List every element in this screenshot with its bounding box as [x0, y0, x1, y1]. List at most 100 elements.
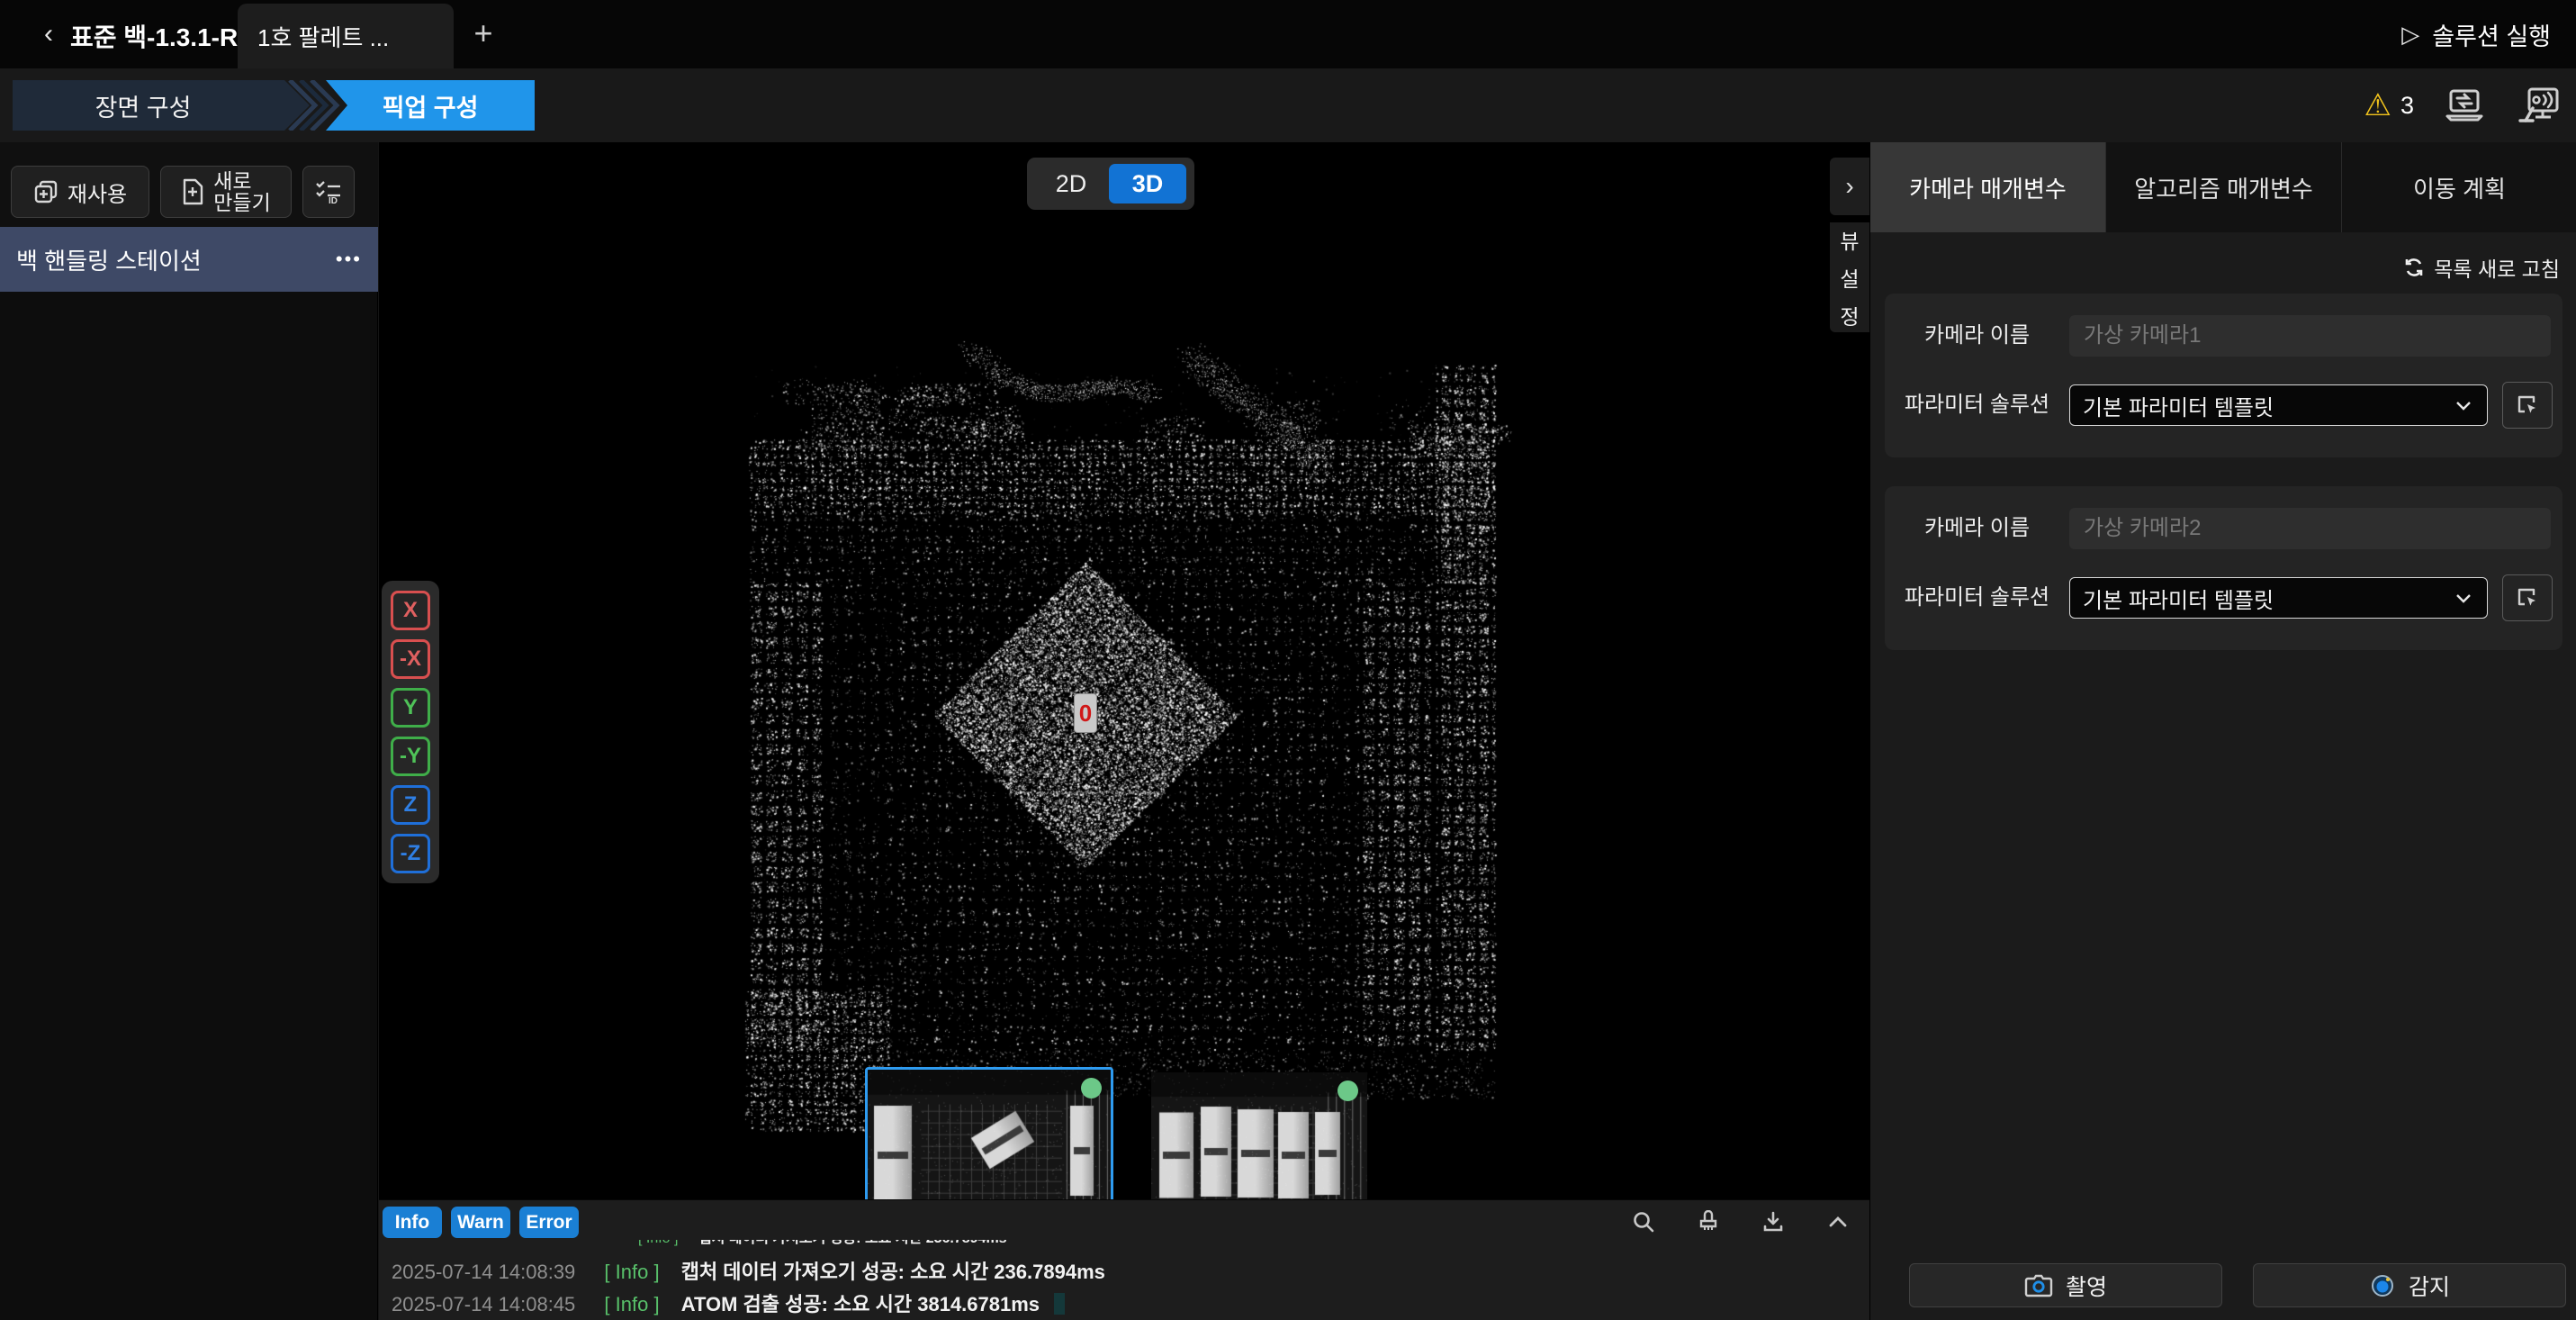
camera-name-input[interactable]: [2069, 508, 2551, 549]
param-solution-label: 파라미터 솔루션: [1885, 584, 2069, 611]
new-tab-button[interactable]: +: [463, 13, 504, 54]
app-title: 표준 백-1.3.1-RC: [70, 18, 256, 54]
tab-algorithm-params[interactable]: 알고리즘 매개변수: [2106, 142, 2342, 232]
axis-y-button[interactable]: Y: [391, 688, 430, 728]
view-settings-char: 뷰: [1840, 224, 1859, 255]
reuse-button[interactable]: 재사용: [11, 166, 149, 218]
view-mode-toggle: 2D 3D: [1027, 158, 1194, 210]
axis-neg-z-button[interactable]: -Z: [391, 834, 430, 873]
log-entry: 2025-07-14 14:08:45 [ Info ] ATOM 검출 성공:…: [392, 1288, 1065, 1317]
camera-thumbnail-1[interactable]: [865, 1067, 1113, 1199]
create-new-button[interactable]: 새로 만들기: [160, 166, 292, 218]
pointcloud-canvas[interactable]: [379, 142, 1869, 1199]
panel-collapse-button[interactable]: ›: [1830, 158, 1869, 215]
data-exchange-button[interactable]: [2441, 82, 2488, 129]
log-cursor: [1054, 1293, 1065, 1315]
tab-pickup-config[interactable]: 픽업 구성: [326, 80, 535, 131]
back-chevron-icon[interactable]: ‹: [31, 16, 67, 52]
log-search-button[interactable]: [1630, 1208, 1657, 1235]
axis-gizmo-panel: X -X Y -Y Z -Z: [382, 581, 439, 883]
cursor-select-icon: [2515, 585, 2540, 610]
axis-x-button[interactable]: X: [391, 591, 430, 630]
station-more-button[interactable]: •••: [336, 248, 362, 271]
brush-icon: [1697, 1210, 1720, 1234]
document-tab[interactable]: 1호 팔레트 ...: [238, 4, 454, 68]
capture-label: 촬영: [2066, 1270, 2107, 1302]
svg-text:ID: ID: [329, 196, 338, 204]
detect-button[interactable]: 감지: [2253, 1263, 2566, 1307]
refresh-icon: [2403, 257, 2425, 278]
param-solution-dropdown[interactable]: 기본 파라미터 템플릿: [2069, 384, 2488, 426]
workflow-bar: 장면 구성 픽업 구성 ⚠ 3: [0, 68, 2576, 142]
robot-monitor-icon: [2517, 86, 2560, 124]
log-collapse-button[interactable]: [1824, 1208, 1851, 1235]
station-sidebar: 재사용 새로 만들기 ID 백 핸들링 스테이션 •••: [0, 142, 378, 1320]
document-tab-label: 1호 팔레트 ...: [257, 20, 389, 53]
warning-count: 3: [2400, 92, 2414, 120]
chevron-down-icon: [2453, 394, 2474, 416]
laptop-sync-icon: [2445, 87, 2484, 123]
refresh-list-label: 목록 새로 고침: [2434, 252, 2560, 283]
camera-thumbnail-2[interactable]: [1151, 1072, 1367, 1199]
log-filter-warn[interactable]: Warn: [451, 1207, 510, 1238]
axis-neg-x-button[interactable]: -X: [391, 639, 430, 679]
log-export-button[interactable]: [1760, 1208, 1787, 1235]
origin-marker: 0: [1074, 693, 1097, 733]
axis-z-button[interactable]: Z: [391, 785, 430, 825]
view-settings-char: 정: [1840, 300, 1859, 330]
log-panel: Info Warn Error: [379, 1199, 1869, 1320]
log-filter-info[interactable]: Info: [383, 1207, 442, 1238]
parameter-tabs: 카메라 매개변수 알고리즘 매개변수 이동 계획: [1870, 142, 2576, 232]
warning-icon: ⚠: [2364, 90, 2391, 121]
view-settings-char: 설: [1840, 262, 1859, 293]
pick-solution-button[interactable]: [2502, 382, 2553, 429]
status-dot-green: [1081, 1078, 1102, 1098]
log-entry-partial: [ Info ] 캡처 데이터 가져오기 성공: 소요 시간 236.7894m…: [615, 1240, 1605, 1252]
camera-card-1: 카메라 이름 파라미터 솔루션 기본 파라미터 템플릿: [1885, 294, 2562, 457]
camera-name-label: 카메라 이름: [1885, 515, 2069, 542]
chevron-down-icon: [2453, 587, 2474, 609]
view-settings-tab[interactable]: 뷰 설 정: [1830, 222, 1869, 332]
tab-scene-config[interactable]: 장면 구성: [13, 80, 310, 131]
detect-sphere-icon: [2369, 1272, 2396, 1299]
run-solution-button[interactable]: ▷ 솔루션 실행: [2392, 14, 2560, 54]
station-toolbar: 재사용 새로 만들기 ID: [0, 142, 378, 227]
log-level: [ Info ]: [604, 1293, 659, 1315]
tab-camera-params[interactable]: 카메라 매개변수: [1870, 142, 2106, 232]
play-icon: ▷: [2401, 21, 2419, 49]
detect-label: 감지: [2409, 1270, 2450, 1302]
capture-button[interactable]: 촬영: [1909, 1263, 2222, 1307]
param-solution-label: 파라미터 솔루션: [1885, 392, 2069, 419]
parameters-panel: 카메라 매개변수 알고리즘 매개변수 이동 계획 목록 새로 고침 카메라 이름…: [1869, 142, 2576, 1320]
tab-pickup-config-label: 픽업 구성: [383, 88, 479, 123]
log-level: [ Info ]: [604, 1261, 659, 1283]
log-clear-button[interactable]: [1695, 1208, 1722, 1235]
log-timestamp: 2025-07-14 14:08:39: [392, 1261, 575, 1283]
search-icon: [1632, 1210, 1655, 1234]
tab-motion-plan[interactable]: 이동 계획: [2342, 142, 2576, 232]
camera-card-2: 카메라 이름 파라미터 솔루션 기본 파라미터 템플릿: [1885, 486, 2562, 650]
id-list-button[interactable]: ID: [302, 166, 355, 218]
robot-comm-button[interactable]: [2515, 82, 2562, 129]
log-filter-error[interactable]: Error: [519, 1207, 579, 1238]
param-solution-value: 기본 파라미터 템플릿: [2083, 583, 2453, 614]
refresh-list-button[interactable]: 목록 새로 고침: [2403, 252, 2560, 283]
pick-solution-button[interactable]: [2502, 574, 2553, 621]
log-entry: 2025-07-14 14:08:39 [ Info ] 캡처 데이터 가져오기…: [392, 1256, 1105, 1285]
toggle-3d-button[interactable]: 3D: [1109, 164, 1186, 203]
station-list-item[interactable]: 백 핸들링 스테이션 •••: [0, 227, 378, 292]
file-plus-icon: [181, 178, 204, 205]
chevron-up-icon: [1826, 1210, 1850, 1234]
axis-neg-y-button[interactable]: -Y: [391, 737, 430, 776]
camera-name-input[interactable]: [2069, 315, 2551, 357]
toggle-2d-button[interactable]: 2D: [1033, 164, 1109, 203]
checklist-id-icon: ID: [315, 179, 342, 204]
param-solution-dropdown[interactable]: 기본 파라미터 템플릿: [2069, 577, 2488, 619]
warning-indicator[interactable]: ⚠ 3: [2364, 90, 2414, 121]
pointcloud-viewport[interactable]: 2D 3D X -X Y -Y Z -Z 0 › 뷰 설 정: [379, 142, 1869, 1199]
camera-icon: [2024, 1273, 2053, 1298]
station-label: 백 핸들링 스테이션: [16, 243, 336, 276]
log-timestamp: 2025-07-14 14:08:45: [392, 1293, 575, 1315]
title-bar: ‹ 표준 백-1.3.1-RC 1호 팔레트 ... + ▷ 솔루션 실행: [0, 0, 2576, 68]
download-icon: [1761, 1210, 1785, 1234]
